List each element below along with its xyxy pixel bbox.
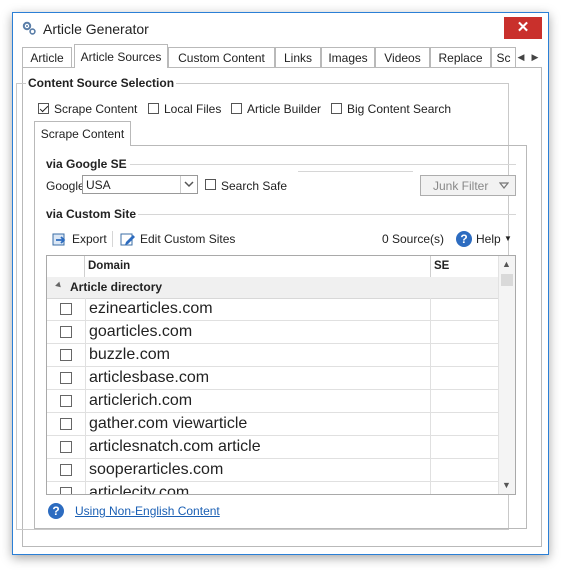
local-files-checkbox[interactable] [148,103,159,114]
export-icon[interactable] [52,231,68,247]
tab-scroll-left-icon[interactable]: ◀ [514,48,528,66]
table-row[interactable]: articlesnatch.com article [47,436,499,459]
row-checkbox[interactable] [60,349,72,361]
row-checkbox[interactable] [60,326,72,338]
tab-videos[interactable]: Videos [375,47,430,67]
row-checkbox[interactable] [60,418,72,430]
vertical-scrollbar[interactable]: ▲ ▼ [498,256,515,494]
search-safe-checkbox[interactable] [205,179,216,190]
table-row[interactable]: articlerich.com [47,390,499,413]
tab-images[interactable]: Images [321,47,375,67]
domain-cell: sooperarticles.com [85,459,431,481]
junk-filter-button[interactable]: Junk Filter [420,175,516,196]
close-button[interactable]: ✕ [504,17,542,39]
article-builder-label: Article Builder [247,102,322,116]
scroll-down-icon[interactable]: ▼ [502,480,511,490]
non-english-content-link[interactable]: Using Non-English Content [75,504,220,518]
help-icon[interactable]: ? [48,503,64,519]
junk-filter-label: Junk Filter [433,179,489,193]
google-label: Google [46,179,85,193]
table-row[interactable]: ezinearticles.com [47,298,499,321]
grid-header: Domain SE [47,256,499,278]
article-builder-checkbox[interactable] [231,103,242,114]
title-bar: Article Generator ✕ [13,13,548,45]
tab-scroll-right-icon[interactable]: ▶ [528,48,542,66]
big-content-search-label: Big Content Search [347,102,452,116]
scroll-thumb[interactable] [501,274,513,286]
gear-icon [22,21,36,35]
tab-links[interactable]: Links [275,47,321,67]
table-row[interactable]: buzzle.com [47,344,499,367]
group-label: Article directory [70,280,163,294]
divider [298,171,413,172]
domain-cell: gather.com viewarticle [85,413,431,435]
domain-cell: articlesnatch.com article [85,436,431,458]
divider [112,231,113,247]
domain-cell: buzzle.com [85,344,431,366]
column-header-domain[interactable]: Domain [85,256,431,277]
window-title: Article Generator [43,21,149,37]
big-content-search-checkbox[interactable] [331,103,342,114]
row-checkbox[interactable] [60,441,72,453]
divider [130,164,516,165]
row-checkbox[interactable] [60,464,72,476]
tab-custom-content[interactable]: Custom Content [168,47,275,67]
group-row[interactable]: Article directory [47,277,499,299]
help-icon[interactable]: ? [456,231,472,247]
collapse-icon[interactable] [55,281,63,290]
sources-count: 0 Source(s) [382,232,445,246]
custom-site-section-title: via Custom Site [46,207,137,221]
scrape-content-checkbox[interactable] [38,103,49,114]
scroll-up-icon[interactable]: ▲ [502,259,511,269]
domain-cell: articlecity.com [85,482,431,494]
group-title: Content Source Selection [26,76,177,90]
domain-cell: articlerich.com [85,390,431,412]
table-row[interactable]: sooperarticles.com [47,459,499,482]
table-row[interactable]: articlecity.com [47,482,499,494]
country-select[interactable]: USA [82,175,198,194]
row-checkbox[interactable] [60,303,72,315]
edit-icon[interactable] [120,231,136,247]
table-row[interactable]: gather.com viewarticle [47,413,499,436]
domain-cell: ezinearticles.com [85,298,431,320]
domain-cell: articlesbase.com [85,367,431,389]
tab-article-sources[interactable]: Article Sources [74,44,168,68]
header-select-cell [47,256,85,277]
local-files-label: Local Files [164,102,222,116]
export-button[interactable]: Export [72,232,107,246]
column-header-se[interactable]: SE [431,256,499,277]
edit-custom-sites-button[interactable]: Edit Custom Sites [140,232,235,246]
row-checkbox[interactable] [60,395,72,407]
search-safe-label: Search Safe [221,179,288,193]
divider [138,214,516,215]
chevron-down-icon [499,182,509,189]
country-value: USA [86,178,111,192]
tab-sc[interactable]: Sc [491,47,516,67]
table-row[interactable]: articlesbase.com [47,367,499,390]
chevron-down-icon[interactable]: ▼ [504,234,512,243]
tab-article[interactable]: Article [22,47,72,67]
google-section-title: via Google SE [46,157,127,171]
row-checkbox[interactable] [60,372,72,384]
chevron-down-icon[interactable] [180,176,197,193]
tab-strip: Article Article Sources Custom Content L… [22,44,542,68]
tab-replace[interactable]: Replace [430,47,491,67]
table-row[interactable]: goarticles.com [47,321,499,344]
sources-grid: Domain SE Article directory ezinearticle… [46,255,516,495]
row-checkbox[interactable] [60,487,72,494]
help-button[interactable]: Help [476,232,501,246]
scrape-content-label: Scrape Content [54,102,138,116]
domain-cell: goarticles.com [85,321,431,343]
subtab-scrape-content[interactable]: Scrape Content [34,121,131,146]
